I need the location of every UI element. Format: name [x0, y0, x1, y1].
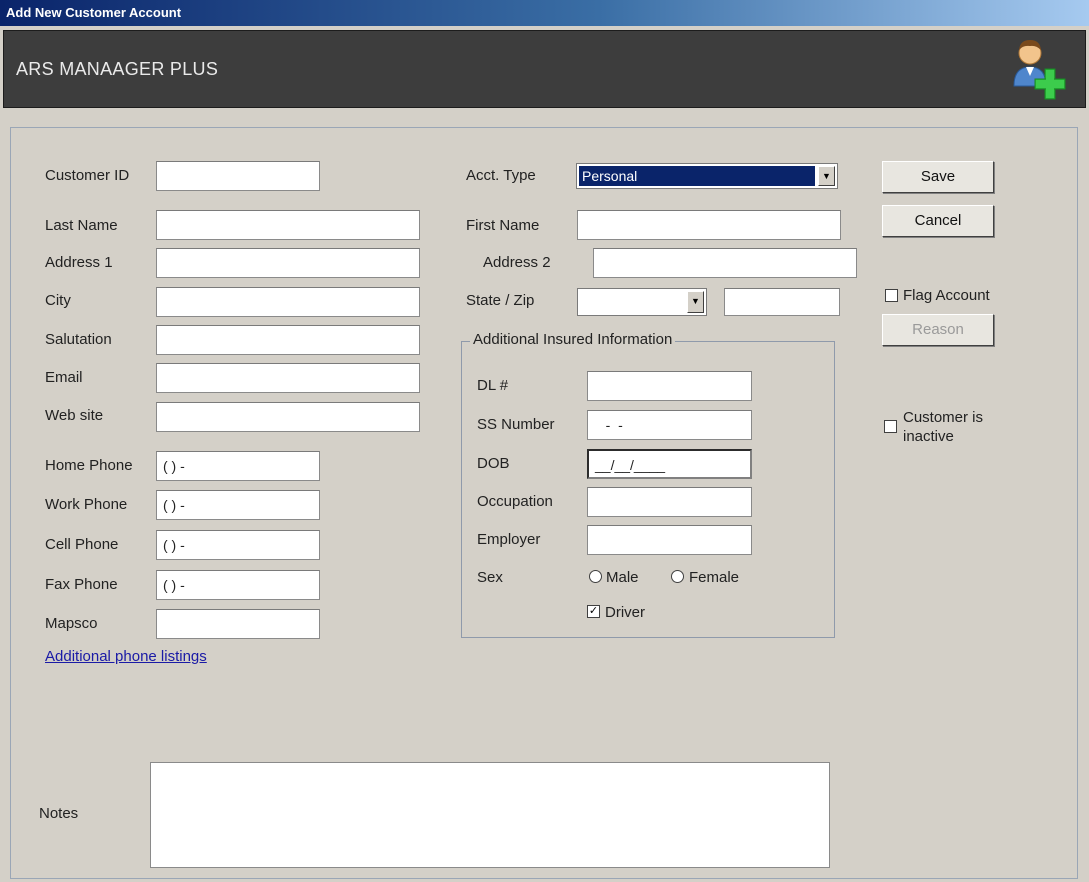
- last-name-field[interactable]: [156, 210, 420, 240]
- city-field[interactable]: [156, 287, 420, 317]
- fax-phone-label: Fax Phone: [45, 576, 118, 593]
- customer-id-field[interactable]: [156, 161, 320, 191]
- website-field[interactable]: [156, 402, 420, 432]
- notes-field[interactable]: [150, 762, 830, 868]
- sex-female-label[interactable]: Female: [689, 569, 739, 587]
- customer-id-label: Customer ID: [45, 167, 130, 184]
- salutation-label: Salutation: [45, 331, 112, 348]
- email-label: Email: [45, 369, 83, 386]
- state-zip-label: State / Zip: [466, 292, 535, 309]
- acct-type-select[interactable]: Personal ▼: [576, 163, 838, 189]
- driver-checkbox[interactable]: ✓: [587, 605, 600, 618]
- work-phone-label: Work Phone: [45, 496, 128, 513]
- mapsco-label: Mapsco: [45, 615, 98, 632]
- driver-label[interactable]: Driver: [605, 604, 645, 622]
- website-label: Web site: [45, 407, 104, 424]
- dob-field[interactable]: __/__/____: [587, 449, 752, 479]
- home-phone-label: Home Phone: [45, 457, 133, 474]
- flag-account-label[interactable]: Flag Account: [903, 287, 990, 305]
- zip-field[interactable]: [724, 288, 840, 316]
- city-label: City: [45, 292, 71, 309]
- cell-phone-label: Cell Phone: [45, 536, 119, 553]
- first-name-field[interactable]: [577, 210, 841, 240]
- app-name: ARS MANAAGER PLUS: [16, 59, 219, 79]
- dl-field[interactable]: [587, 371, 752, 401]
- add-user-icon: [1013, 40, 1066, 100]
- employer-label: Employer: [477, 531, 541, 548]
- employer-field[interactable]: [587, 525, 752, 555]
- customer-inactive-label-line1[interactable]: Customer is: [903, 409, 983, 427]
- check-icon: ✓: [588, 605, 599, 617]
- work-phone-field[interactable]: ( ) -: [156, 490, 320, 520]
- mapsco-field[interactable]: [156, 609, 320, 639]
- chevron-down-icon[interactable]: ▼: [818, 166, 835, 186]
- customer-inactive-label-line2[interactable]: inactive: [903, 428, 954, 446]
- first-name-label: First Name: [466, 217, 540, 234]
- dob-label: DOB: [477, 455, 510, 472]
- acct-type-value: Personal: [579, 166, 815, 186]
- sex-label: Sex: [477, 569, 503, 586]
- address2-label: Address 2: [483, 254, 551, 271]
- additional-insured-title: Additional Insured Information: [470, 331, 676, 348]
- last-name-label: Last Name: [45, 217, 118, 234]
- sex-female-radio[interactable]: [671, 570, 684, 583]
- ss-number-field[interactable]: - -: [587, 410, 752, 440]
- customer-inactive-checkbox[interactable]: [884, 420, 897, 433]
- notes-label: Notes: [39, 805, 79, 822]
- address2-field[interactable]: [593, 248, 857, 278]
- sex-male-radio[interactable]: [589, 570, 602, 583]
- sex-male-label[interactable]: Male: [606, 569, 639, 587]
- cell-phone-field[interactable]: ( ) -: [156, 530, 320, 560]
- state-select[interactable]: ▼: [577, 288, 707, 316]
- window-title: Add New Customer Account: [6, 5, 182, 20]
- fax-phone-field[interactable]: ( ) -: [156, 570, 320, 600]
- app-header: ARS MANAAGER PLUS: [3, 30, 1086, 108]
- salutation-field[interactable]: [156, 325, 420, 355]
- dl-label: DL #: [477, 377, 509, 394]
- save-button[interactable]: Save: [882, 161, 994, 193]
- occupation-field[interactable]: [587, 487, 752, 517]
- acct-type-label: Acct. Type: [466, 167, 536, 184]
- address1-label: Address 1: [45, 254, 113, 271]
- window-title-bar[interactable]: Add New Customer Account: [0, 0, 1089, 26]
- chevron-down-icon[interactable]: ▼: [687, 291, 704, 313]
- home-phone-field[interactable]: ( ) -: [156, 451, 320, 481]
- reason-button[interactable]: Reason: [882, 314, 994, 346]
- address1-field[interactable]: [156, 248, 420, 278]
- email-field[interactable]: [156, 363, 420, 393]
- ss-number-label: SS Number: [477, 416, 555, 433]
- flag-account-checkbox[interactable]: [885, 289, 898, 302]
- additional-phone-listings-link[interactable]: Additional phone listings: [45, 648, 207, 665]
- cancel-button[interactable]: Cancel: [882, 205, 994, 237]
- occupation-label: Occupation: [477, 493, 553, 510]
- state-value: [580, 291, 684, 313]
